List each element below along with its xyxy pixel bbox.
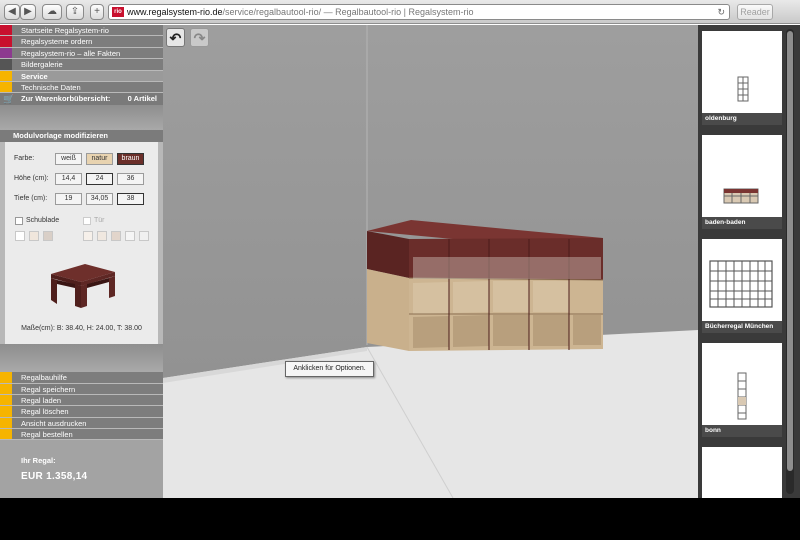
- nav-item-service[interactable]: Service: [0, 70, 163, 82]
- shopping-cart-icon: 🛒: [3, 94, 15, 105]
- schublade-checkbox[interactable]: [15, 217, 23, 226]
- oldenburg-thumbnail: [702, 31, 782, 113]
- rail-scrollbar[interactable]: [786, 29, 794, 494]
- template-bonn[interactable]: bonn: [702, 343, 782, 437]
- bonn-thumbnail: [702, 343, 782, 425]
- undo-button[interactable]: ↶: [166, 28, 185, 47]
- drawer-swatch-weiss[interactable]: [15, 231, 25, 242]
- template-baden-baden[interactable]: baden-baden: [702, 135, 782, 229]
- new-tab-button[interactable]: +: [90, 4, 104, 20]
- shelf-3d-canvas[interactable]: ↶ ↷ Anklicken für Optionen.: [163, 25, 698, 498]
- address-path: /service/regalbautool-rio/: [222, 7, 322, 17]
- nav-item-startseite[interactable]: Startseite Regalsystem-rio: [0, 25, 163, 37]
- reload-icon[interactable]: ↻: [717, 5, 725, 19]
- door-swatch-2[interactable]: [97, 231, 107, 242]
- undo-icon: ↶: [169, 30, 182, 46]
- address-host: www.regalsystem-rio.de: [127, 7, 223, 17]
- module-dimensions: Maße(cm): B: 38.40, H: 24.00, T: 38.00: [21, 325, 142, 333]
- action-ansicht-ausdrucken[interactable]: Ansicht ausdrucken: [0, 417, 163, 429]
- height-24-button[interactable]: 24: [86, 173, 113, 186]
- farbe-label: Farbe:: [14, 155, 35, 163]
- cloud-icon: ☁: [47, 6, 57, 17]
- forward-button[interactable]: ▶: [20, 4, 36, 20]
- cart-link[interactable]: 🛒 Zur Warenkorbübersicht: 0 Artikel: [0, 93, 163, 106]
- oldenburg-label: oldenburg: [702, 113, 782, 125]
- next-thumbnail: [702, 447, 782, 498]
- template-rail: oldenburg baden-baden Bücherregal Münche…: [698, 25, 800, 498]
- share-icon: ⇪: [70, 6, 80, 17]
- browser-window: ◀ ▶ ☁ ⇪ + rio www.regalsystem-rio.de/ser…: [0, 0, 800, 498]
- color-braun-button[interactable]: braun: [117, 153, 144, 166]
- action-regal-laden[interactable]: Regal laden: [0, 394, 163, 407]
- drawer-swatch-braun[interactable]: [43, 231, 53, 242]
- redo-button[interactable]: ↷: [190, 28, 209, 47]
- action-regalbauhilfe[interactable]: Regalbauhilfe: [0, 372, 163, 384]
- rail-scrollbar-thumb[interactable]: [787, 31, 793, 471]
- icloud-button[interactable]: ☁: [42, 4, 62, 20]
- shelf-3d-scene: [163, 25, 698, 498]
- hoehe-label: Höhe (cm):: [14, 175, 49, 183]
- buecherregal-muenchen-thumbnail: [702, 239, 782, 321]
- plus-icon: +: [94, 6, 100, 17]
- back-arrow-icon: ◀: [8, 6, 16, 17]
- redo-icon: ↷: [193, 30, 206, 46]
- buecherregal-muenchen-label: Bücherregal München: [702, 321, 782, 333]
- sidebar-divider: [0, 105, 163, 131]
- tiefe-label: Tiefe (cm):: [14, 195, 48, 203]
- shelf-model[interactable]: [367, 220, 604, 351]
- drawer-swatch-natur[interactable]: [29, 231, 39, 242]
- cart-label: Zur Warenkorbübersicht:: [21, 94, 111, 104]
- action-regal-bestellen[interactable]: Regal bestellen: [0, 428, 163, 441]
- color-natur-button[interactable]: natur: [86, 153, 113, 166]
- sidebar-divider-2: [0, 344, 163, 373]
- module-preview-image: [51, 264, 115, 309]
- door-swatch-5[interactable]: [139, 231, 149, 242]
- color-weiss-button[interactable]: weiß: [55, 153, 82, 166]
- nav-item-bildergalerie[interactable]: Bildergalerie: [0, 59, 163, 71]
- door-swatch-1[interactable]: [83, 231, 93, 242]
- left-sidebar: Startseite Regalsystem-rio Regalsysteme …: [0, 25, 163, 498]
- template-buecherregal-muenchen[interactable]: Bücherregal München: [702, 239, 782, 333]
- baden-baden-label: baden-baden: [702, 217, 782, 229]
- regal-title: Ihr Regal:: [21, 456, 56, 466]
- depth-19-button[interactable]: 19: [55, 193, 82, 206]
- height-36-button[interactable]: 36: [117, 173, 144, 186]
- options-tooltip: Anklicken für Optionen.: [285, 361, 374, 377]
- main-nav: Startseite Regalsystem-rio Regalsysteme …: [0, 25, 163, 106]
- depth-34-button[interactable]: 34,05: [86, 193, 113, 206]
- share-button[interactable]: ⇪: [66, 4, 84, 20]
- browser-toolbar: ◀ ▶ ☁ ⇪ + rio www.regalsystem-rio.de/ser…: [0, 0, 800, 24]
- action-regal-loeschen[interactable]: Regal löschen: [0, 406, 163, 418]
- depth-38-button[interactable]: 38: [117, 193, 144, 206]
- site-favicon-icon: rio: [112, 7, 124, 17]
- action-regal-speichern[interactable]: Regal speichern: [0, 383, 163, 395]
- template-next[interactable]: [702, 447, 782, 498]
- door-swatch-3[interactable]: [111, 231, 121, 242]
- template-oldenburg[interactable]: oldenburg: [702, 31, 782, 125]
- modify-module-panel: Farbe: weiß natur braun Höhe (cm): 14,4 …: [0, 142, 163, 345]
- reader-button[interactable]: Reader: [737, 4, 773, 20]
- nav-item-technische-daten[interactable]: Technische Daten: [0, 81, 163, 94]
- door-swatch-4[interactable]: [125, 231, 135, 242]
- tuer-checkbox[interactable]: [83, 217, 91, 226]
- action-nav: Regalbauhilfe Regal speichern Regal lade…: [0, 372, 163, 441]
- schublade-label: Schublade: [26, 217, 60, 225]
- tuer-label: Tür: [94, 217, 105, 225]
- regal-price: EUR 1.358,14: [21, 471, 88, 483]
- height-14-button[interactable]: 14,4: [55, 173, 82, 186]
- nav-item-regalsysteme-ordern[interactable]: Regalsysteme ordern: [0, 36, 163, 48]
- address-bar[interactable]: rio www.regalsystem-rio.de/service/regal…: [108, 4, 730, 20]
- nav-item-alle-fakten[interactable]: Regalsystem-rio – alle Fakten: [0, 47, 163, 60]
- back-button[interactable]: ◀: [4, 4, 20, 20]
- baden-baden-thumbnail: [702, 135, 782, 217]
- panel-title: Modulvorlage modifizieren: [0, 130, 163, 143]
- forward-arrow-icon: ▶: [24, 6, 32, 17]
- bonn-label: bonn: [702, 425, 782, 437]
- address-title: — Regalbautool-rio | Regalsystem-rio: [321, 7, 474, 17]
- cart-count: 0 Artikel: [127, 94, 157, 104]
